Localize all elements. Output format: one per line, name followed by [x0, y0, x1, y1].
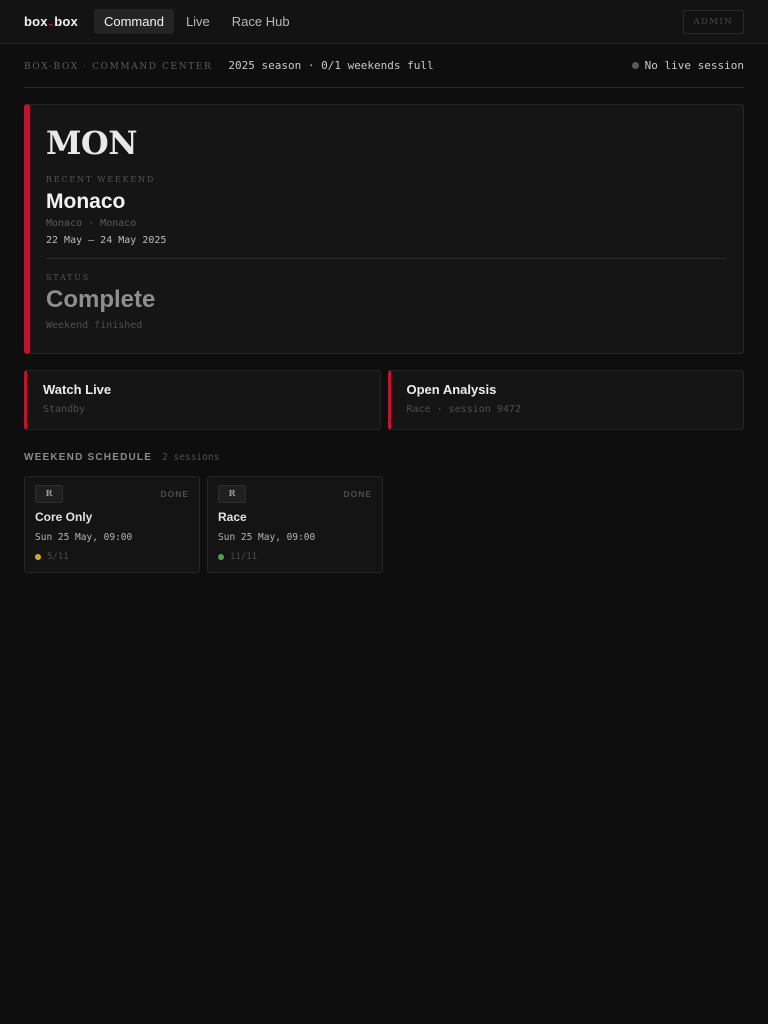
- recent-weekend-card: MON RECENT WEEKEND Monaco Monaco · Monac…: [24, 104, 744, 354]
- schedule-header: WEEKEND SCHEDULE 2 sessions: [24, 452, 744, 463]
- tab-race-hub[interactable]: Race Hub: [222, 9, 300, 34]
- weekend-status: Complete: [46, 286, 156, 313]
- tab-command[interactable]: Command: [93, 9, 174, 34]
- status-dot-icon: [631, 62, 639, 69]
- schedule-count: 2 sessions: [162, 452, 220, 463]
- session-card[interactable]: R DONE Race Sun 25 May, 09:00 11/11: [207, 476, 383, 573]
- season-summary: 2025 season · 0/1 weekends full: [228, 59, 434, 72]
- circuit-code: MON: [46, 124, 138, 162]
- live-status: No live session: [631, 59, 744, 72]
- session-name: Race: [218, 510, 247, 524]
- session-type-badge: R: [218, 485, 246, 503]
- session-type-badge: R: [35, 485, 63, 503]
- session-time: Sun 25 May, 09:00: [218, 532, 316, 543]
- recent-weekend-label: RECENT WEEKEND: [46, 175, 156, 184]
- status-label: STATUS: [46, 273, 91, 282]
- brand-logo[interactable]: box - box: [24, 14, 78, 31]
- weekend-location: Monaco · Monaco: [46, 218, 137, 229]
- brand-left: box: [24, 14, 48, 29]
- tab-live[interactable]: Live: [176, 9, 220, 34]
- progress-dot-icon: [35, 554, 41, 560]
- open-analysis-title: Open Analysis: [406, 382, 497, 397]
- watch-live-subtitle: Standby: [43, 404, 86, 415]
- watch-live-button[interactable]: Watch Live Standby: [24, 370, 381, 430]
- session-state: DONE: [160, 489, 189, 499]
- session-card-top: R DONE: [35, 485, 189, 503]
- session-list: R DONE Core Only Sun 25 May, 09:00 5/11 …: [24, 476, 744, 573]
- session-name: Core Only: [35, 510, 93, 524]
- live-status-text: No live session: [644, 59, 744, 72]
- action-row: Watch Live Standby Open Analysis Race · …: [24, 370, 744, 430]
- schedule-title: WEEKEND SCHEDULE: [24, 452, 153, 463]
- progress-dot-icon: [218, 554, 224, 560]
- weekend-dates: 22 May — 24 May 2025: [46, 235, 167, 246]
- session-progress: 11/11: [218, 552, 372, 562]
- breadcrumb: BOX-BOX · COMMAND CENTER: [24, 61, 213, 72]
- top-nav: box - box Command Live Race Hub ADMIN: [0, 0, 768, 44]
- session-time: Sun 25 May, 09:00: [35, 532, 133, 543]
- session-progress-text: 5/11: [47, 552, 69, 562]
- admin-button[interactable]: ADMIN: [682, 9, 744, 34]
- page-header: BOX-BOX · COMMAND CENTER 2025 season · 0…: [24, 44, 744, 88]
- brand-right: box: [54, 14, 78, 29]
- watch-live-title: Watch Live: [43, 382, 112, 397]
- open-analysis-subtitle: Race · session 9472: [406, 404, 521, 415]
- open-analysis-button[interactable]: Open Analysis Race · session 9472: [387, 370, 744, 430]
- session-progress: 5/11: [35, 552, 189, 562]
- session-progress-text: 11/11: [230, 552, 258, 562]
- session-card[interactable]: R DONE Core Only Sun 25 May, 09:00 5/11: [24, 476, 200, 573]
- session-state: DONE: [343, 489, 372, 499]
- session-card-top: R DONE: [218, 485, 372, 503]
- weekend-name: Monaco: [46, 190, 126, 213]
- hero-divider: [46, 258, 727, 259]
- brand-separator: -: [48, 16, 54, 31]
- weekend-status-detail: Weekend finished: [46, 320, 143, 331]
